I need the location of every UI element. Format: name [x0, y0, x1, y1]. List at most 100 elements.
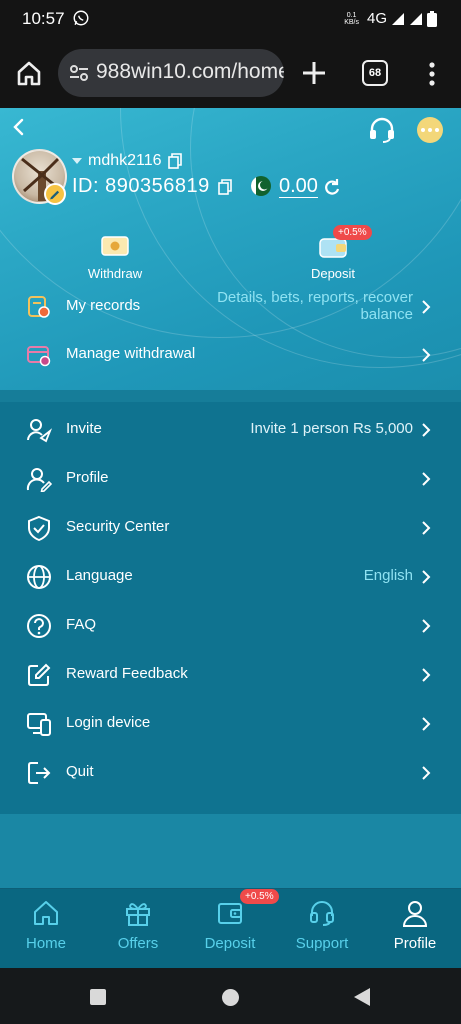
chat-icon[interactable]: [417, 117, 443, 143]
account-header: mdhk2116 ID: 890356819 0.00 Withdraw Dep…: [0, 108, 461, 394]
menu-item-login-device[interactable]: Login device: [0, 699, 461, 747]
status-indicators: 0.1 KB/s 4G: [344, 10, 437, 27]
withdraw-label: Withdraw: [87, 266, 143, 281]
username-row: mdhk2116: [72, 152, 182, 170]
back-icon[interactable]: [10, 118, 28, 136]
balance: 0.00: [279, 175, 318, 198]
copy-icon[interactable]: [167, 153, 182, 169]
menu-item-reward-feedback[interactable]: Reward Feedback: [0, 650, 461, 698]
menu-item-language[interactable]: Language English: [0, 552, 461, 600]
menu-label: Language: [66, 567, 133, 584]
menu-label: Quit: [66, 763, 94, 780]
chevron-right-icon: [422, 348, 431, 362]
menu-label: Reward Feedback: [66, 665, 188, 682]
user-icon: [402, 901, 428, 927]
devices-icon: [27, 713, 51, 736]
nav-label: Support: [295, 935, 349, 952]
nav-profile[interactable]: Profile: [369, 889, 461, 969]
copy-icon[interactable]: [217, 178, 232, 195]
nav-label: Profile: [393, 935, 437, 952]
signal-icon: [410, 12, 422, 25]
menu-label: Security Center: [66, 518, 170, 535]
wallet-icon: [218, 903, 242, 924]
chevron-right-icon: [422, 423, 431, 437]
user-id-row: ID: 890356819: [72, 175, 232, 198]
nav-support[interactable]: Support: [276, 889, 368, 969]
chevron-right-icon: [422, 717, 431, 731]
nav-label: Offers: [117, 935, 159, 952]
manage-withdrawal-row[interactable]: Manage withdrawal: [0, 330, 461, 378]
system-navigation-bar: [0, 968, 461, 1024]
menu-item-invite[interactable]: Invite Invite 1 person Rs 5,000: [0, 405, 461, 453]
settings-menu: Invite Invite 1 person Rs 5,000 Profile …: [0, 402, 461, 814]
more-menu-icon[interactable]: [424, 60, 440, 88]
headset-icon[interactable]: [368, 117, 396, 143]
row-label: My records: [66, 297, 141, 314]
menu-label: Invite: [66, 420, 102, 437]
pakistan-flag-icon: [251, 176, 271, 196]
battery-icon: [427, 10, 437, 27]
url-bar[interactable]: 988win10.com/home: [58, 49, 284, 97]
invite-icon: [27, 419, 52, 443]
section-divider: [0, 390, 461, 402]
row-label: Manage withdrawal: [66, 345, 196, 362]
menu-value: English: [363, 567, 413, 584]
card-settings-icon: [27, 346, 51, 367]
content-footer: [0, 814, 461, 888]
menu-label: FAQ: [66, 616, 97, 633]
home-icon: [34, 901, 58, 925]
edit-avatar-icon[interactable]: [44, 183, 66, 205]
row-value: Details, bets, reports, recover balance: [217, 289, 413, 323]
chevron-right-icon: [422, 668, 431, 682]
whatsapp-icon: [73, 10, 89, 26]
network-speed: 0.1 KB/s: [344, 11, 359, 26]
status-bar: 10:57 0.1 KB/s 4G: [0, 0, 461, 38]
headset-icon: [310, 901, 334, 926]
chevron-right-icon: [422, 300, 431, 314]
refresh-icon[interactable]: [323, 178, 341, 196]
menu-item-quit[interactable]: Quit: [0, 748, 461, 796]
nav-offers[interactable]: Offers: [92, 889, 184, 969]
shield-icon: [28, 515, 50, 541]
menu-label: Profile: [66, 469, 109, 486]
menu-label: Login device: [66, 714, 151, 731]
menu-value: Invite 1 person Rs 5,000: [250, 420, 413, 437]
nav-home[interactable]: Home: [0, 889, 92, 969]
my-records-row[interactable]: My records Details, bets, reports, recov…: [0, 282, 461, 336]
network-type: 4G: [366, 10, 387, 27]
globe-icon: [27, 565, 51, 589]
browser-home-icon[interactable]: [14, 58, 44, 88]
records-icon: [28, 296, 50, 318]
deposit-nav-badge: +0.5%: [240, 889, 279, 904]
user-id: ID: 890356819: [72, 175, 210, 197]
chevron-right-icon: [422, 766, 431, 780]
username: mdhk2116: [88, 152, 162, 169]
chevron-right-icon: [422, 472, 431, 486]
withdraw-button[interactable]: Withdraw: [65, 232, 165, 281]
gift-icon: [126, 903, 150, 926]
deposit-bonus-badge: +0.5%: [333, 225, 372, 240]
menu-item-security-center[interactable]: Security Center: [0, 503, 461, 551]
edit-icon: [28, 663, 51, 686]
url-text: 988win10.com/home: [96, 60, 284, 83]
new-tab-icon[interactable]: [301, 60, 327, 86]
chevron-right-icon: [422, 521, 431, 535]
back-triangle-icon[interactable]: [354, 988, 370, 1006]
menu-item-faq[interactable]: FAQ: [0, 601, 461, 649]
chevron-right-icon: [422, 619, 431, 633]
tab-switcher-button[interactable]: 68: [362, 60, 388, 86]
signal-icon: [392, 12, 404, 25]
logout-icon: [28, 762, 51, 784]
home-circle-icon[interactable]: [222, 989, 239, 1006]
nav-label: Home: [25, 935, 66, 952]
withdraw-icon: [100, 232, 130, 260]
caret-down-icon[interactable]: [72, 158, 82, 164]
site-settings-icon[interactable]: [68, 62, 90, 84]
browser-toolbar: 988win10.com/home 68: [0, 38, 461, 108]
question-icon: [27, 614, 51, 638]
app-content: mdhk2116 ID: 890356819 0.00 Withdraw Dep…: [0, 108, 461, 888]
status-time: 10:57: [22, 9, 65, 28]
menu-item-profile[interactable]: Profile: [0, 454, 461, 502]
deposit-button[interactable]: Deposit: [283, 232, 383, 281]
recents-icon[interactable]: [90, 989, 106, 1005]
